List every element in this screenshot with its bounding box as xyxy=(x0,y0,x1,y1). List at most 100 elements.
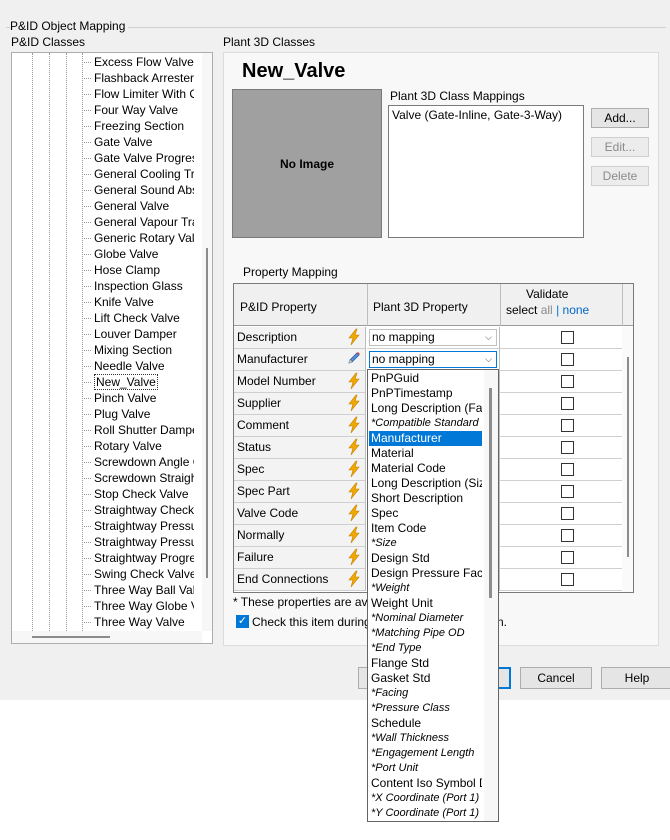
help-button[interactable]: Help xyxy=(601,667,670,689)
plant3d-property-cell[interactable]: no mapping ⌵ xyxy=(367,327,500,349)
dropdown-option[interactable]: *Nominal Diameter xyxy=(369,611,482,626)
lightning-icon[interactable] xyxy=(345,504,363,523)
tree-item[interactable]: Inspection Glass xyxy=(82,278,194,294)
property-name-cell[interactable]: Normally xyxy=(234,525,366,547)
property-name-cell[interactable]: Spec Part xyxy=(234,481,366,503)
validate-checkbox[interactable] xyxy=(561,397,574,410)
property-name-cell[interactable]: Failure xyxy=(234,547,366,569)
lightning-icon[interactable] xyxy=(345,526,363,545)
cancel-button[interactable]: Cancel xyxy=(520,667,592,689)
tree-item[interactable]: Straightway Pressure xyxy=(82,534,194,550)
dropdown-option[interactable]: *End Type xyxy=(369,641,482,656)
tree-item[interactable]: Lift Check Valve xyxy=(82,310,194,326)
tree-item[interactable]: Flow Limiter With Orifice xyxy=(82,86,194,102)
tree-item[interactable]: Straightway Check Valve xyxy=(82,502,194,518)
dropdown-option[interactable]: *Weight xyxy=(369,581,482,596)
dropdown-option[interactable]: Gasket Std xyxy=(369,671,482,686)
validate-checkbox[interactable] xyxy=(561,463,574,476)
lightning-icon[interactable] xyxy=(345,570,363,589)
validate-checkbox[interactable] xyxy=(561,441,574,454)
dropdown-option[interactable]: *Size xyxy=(369,536,482,551)
tree-item[interactable]: Louver Damper xyxy=(82,326,194,342)
tree-item[interactable]: Straightway Progressive xyxy=(82,550,194,566)
plant3d-property-combo[interactable]: no mapping ⌵ xyxy=(369,351,497,368)
lightning-icon[interactable] xyxy=(345,372,363,391)
dropdown-option[interactable]: PnPGuid xyxy=(369,371,482,386)
tree-item[interactable]: Plug Valve xyxy=(82,406,194,422)
property-name-cell[interactable]: Valve Code xyxy=(234,503,366,525)
lightning-icon[interactable] xyxy=(345,482,363,501)
tree-vertical-scrollbar[interactable] xyxy=(202,53,212,631)
tree-item[interactable]: Freezing Section xyxy=(82,118,194,134)
dropdown-option[interactable]: *Engagement Length xyxy=(369,746,482,761)
dropdown-option[interactable]: PnPTimestamp xyxy=(369,386,482,401)
validate-checkbox[interactable] xyxy=(561,331,574,344)
property-name-cell[interactable]: Manufacturer xyxy=(234,349,366,371)
validate-checkbox[interactable] xyxy=(561,375,574,388)
select-none-link[interactable]: none xyxy=(563,303,590,317)
tree-item[interactable]: Screwdown Straightway xyxy=(82,470,194,486)
validate-checkbox[interactable] xyxy=(561,419,574,432)
dropdown-option[interactable]: Manufacturer xyxy=(369,431,482,446)
dropdown-option[interactable]: *Pressure Class xyxy=(369,701,482,716)
validate-checkbox[interactable] xyxy=(561,551,574,564)
tree-item[interactable]: Straightway Pressure xyxy=(82,518,194,534)
apply-button-partial[interactable] xyxy=(497,667,511,689)
property-name-cell[interactable]: Supplier xyxy=(234,393,366,415)
dropdown-option[interactable]: *Compatible Standard xyxy=(369,416,482,431)
scroll-thumb[interactable] xyxy=(489,388,492,598)
tree-horizontal-scrollbar[interactable] xyxy=(12,631,202,643)
property-name-cell[interactable]: Description xyxy=(234,327,366,349)
dropdown-option[interactable]: Weight Unit xyxy=(369,596,482,611)
lightning-icon[interactable] xyxy=(345,548,363,567)
property-name-cell[interactable]: End Connections xyxy=(234,569,366,591)
property-name-cell[interactable]: Status xyxy=(234,437,366,459)
chevron-down-icon[interactable]: ⌵ xyxy=(481,352,496,367)
tree-item[interactable]: General Sound Absorber xyxy=(82,182,194,198)
validate-checkbox[interactable] xyxy=(561,353,574,366)
tree-item[interactable]: Stop Check Valve xyxy=(82,486,194,502)
tree-item[interactable]: Globe Valve xyxy=(82,246,194,262)
property-name-cell[interactable]: Comment xyxy=(234,415,366,437)
dropdown-option[interactable]: Spec xyxy=(369,506,482,521)
dropdown-option[interactable]: *X Coordinate (Port 1) xyxy=(369,791,482,806)
add-button[interactable]: Add... xyxy=(591,108,649,128)
tree-item[interactable]: Rotary Valve xyxy=(82,438,194,454)
pencil-icon[interactable] xyxy=(345,350,363,369)
dropdown-option[interactable]: Item Code xyxy=(369,521,482,536)
tree-item[interactable]: Gate Valve Progressive xyxy=(82,150,194,166)
tree-item[interactable]: Roll Shutter Damper xyxy=(82,422,194,438)
tree-item[interactable]: Three Way Valve xyxy=(82,614,194,630)
tree-item[interactable]: Knife Valve xyxy=(82,294,194,310)
tree-item[interactable]: Excess Flow Valve xyxy=(82,54,194,70)
delete-button[interactable]: Delete xyxy=(591,166,649,186)
dropdown-option[interactable]: Design Pressure Factor xyxy=(369,566,482,581)
validate-checkbox[interactable] xyxy=(561,529,574,542)
dropdown-option[interactable]: *Wall Thickness xyxy=(369,731,482,746)
tree-item[interactable]: Mixing Section xyxy=(82,342,194,358)
tree-item[interactable]: Gate Valve xyxy=(82,134,194,150)
dropdown-option[interactable]: *Port Unit xyxy=(369,761,482,776)
tree-item[interactable]: Three Way Ball Valve xyxy=(82,582,194,598)
tree-item[interactable]: General Vapour Trap xyxy=(82,214,194,230)
tree-item[interactable]: Screwdown Angle Check xyxy=(82,454,194,470)
dropdown-option[interactable]: *Y Coordinate (Port 1) xyxy=(369,806,482,821)
tree-item[interactable]: Needle Valve xyxy=(82,358,194,374)
dropdown-option[interactable]: Content Iso Symbol Definition xyxy=(369,776,482,791)
plant3d-property-combo[interactable]: no mapping ⌵ xyxy=(369,329,497,346)
dropdown-option[interactable]: Material Code xyxy=(369,461,482,476)
class-mapping-item[interactable]: Valve (Gate-Inline, Gate-3-Way) xyxy=(392,108,580,122)
scroll-thumb[interactable] xyxy=(627,357,629,557)
grid-vertical-scrollbar[interactable] xyxy=(622,327,633,592)
dropdown-option[interactable]: *Matching Pipe OD xyxy=(369,626,482,641)
check-item-checkbox[interactable]: ✓ xyxy=(236,615,249,628)
tree-item[interactable]: Four Way Valve xyxy=(82,102,194,118)
scroll-thumb[interactable] xyxy=(206,248,208,578)
lightning-icon[interactable] xyxy=(345,416,363,435)
class-mappings-list[interactable]: Valve (Gate-Inline, Gate-3-Way) xyxy=(388,105,584,238)
dropdown-option[interactable]: Schedule xyxy=(369,716,482,731)
validate-checkbox[interactable] xyxy=(561,485,574,498)
lightning-icon[interactable] xyxy=(345,328,363,347)
lightning-icon[interactable] xyxy=(345,394,363,413)
lightning-icon[interactable] xyxy=(345,460,363,479)
